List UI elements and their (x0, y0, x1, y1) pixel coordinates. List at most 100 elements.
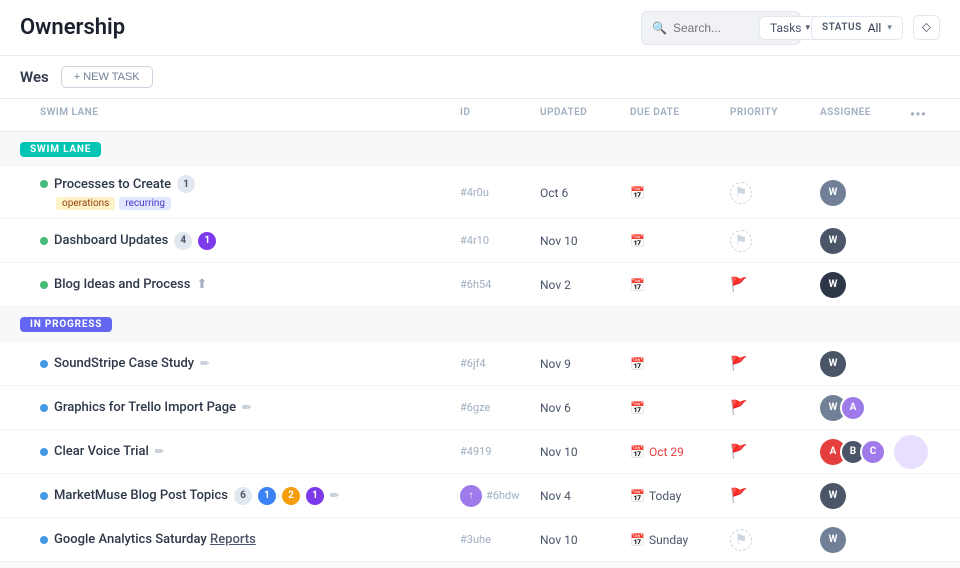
task-due-date: Today (649, 489, 681, 503)
task-title: SoundStripe Case Study (54, 356, 194, 371)
task-title: MarketMuse Blog Post Topics (54, 488, 228, 503)
chevron-down-icon: ▾ (805, 23, 810, 33)
task-updated: Nov 10 (540, 445, 630, 459)
avatar: W (820, 483, 846, 509)
status-dot (40, 448, 48, 456)
calendar-icon: 📅 (630, 357, 645, 371)
task-name-col: Dashboard Updates 4 1 (40, 232, 460, 250)
swim-lane-badge: SWIM LANE (20, 142, 101, 157)
task-title: Blog Ideas and Process (54, 277, 190, 292)
edit-icon: ✏ (155, 445, 164, 458)
task-title: Graphics for Trello Import Page (54, 400, 236, 415)
priority-flag-red: 🚩 (730, 277, 747, 293)
col-updated: UPDATED (540, 107, 630, 123)
status-dot (40, 180, 48, 188)
task-due-date: Oct 29 (649, 445, 684, 459)
task-title: Processes to Create (54, 177, 171, 192)
task-updated: Nov 4 (540, 489, 630, 503)
table-row[interactable]: Graphics for Trello Import Page ✏ #6gze … (0, 386, 960, 430)
badge-count: 1 (177, 175, 195, 193)
task-due: 📅 Today (630, 489, 730, 503)
header-right: 🔍 Tasks ▾ STATUS All ▾ ⬦ (641, 11, 940, 45)
badge-count-purple: 1 (306, 487, 324, 505)
calendar-icon: 📅 (630, 278, 645, 292)
avatar: W (820, 180, 846, 206)
status-dot (40, 360, 48, 368)
chevron-down-icon: ▾ (887, 23, 892, 33)
edit-icon: ✏ (242, 401, 251, 414)
task-priority: 🚩 (730, 444, 820, 460)
in-progress-section-header: IN PROGRESS (0, 307, 960, 342)
task-id-col: ↑ #6hdw (460, 485, 540, 507)
main-content: SWIM LANE Processes to Create 1 operatio… (0, 132, 960, 568)
task-title: Clear Voice Trial (54, 444, 149, 459)
assignee-col: W (820, 483, 910, 509)
status-filter[interactable]: STATUS All ▾ (811, 16, 903, 40)
filter-icon: ⬦ (922, 20, 931, 35)
task-due: 📅 (630, 186, 730, 200)
col-id: ID (460, 107, 540, 123)
search-bar[interactable]: 🔍 Tasks ▾ (641, 11, 801, 45)
priority-flag: ⚑ (735, 185, 748, 201)
purple-circle-decoration (894, 435, 928, 469)
task-due: 📅 (630, 234, 730, 248)
sub-header: Wes + NEW TASK (0, 56, 960, 99)
badge-count-orange: 2 (282, 487, 300, 505)
table-row[interactable]: SoundStripe Case Study ✏ #6jf4 Nov 9 📅 🚩… (0, 342, 960, 386)
upload-avatar: ↑ (460, 485, 482, 507)
col-assignee: ASSIGNEE (820, 107, 910, 123)
task-id: #4919 (460, 445, 540, 458)
task-priority: 🚩 (730, 356, 820, 372)
status-label: STATUS (822, 22, 862, 33)
calendar-icon: 📅 (630, 186, 645, 200)
tag-recurring: recurring (119, 197, 171, 210)
task-updated: Oct 6 (540, 186, 630, 200)
table-row[interactable]: Processes to Create 1 operations recurri… (0, 167, 960, 219)
avatar: W (820, 228, 846, 254)
task-priority: 🚩 (730, 488, 820, 504)
task-due: 📅 Oct 29 (630, 445, 730, 459)
task-updated: Nov 9 (540, 357, 630, 371)
table-row[interactable]: Dashboard Updates 4 1 #4r10 Nov 10 📅 ⚑ W (0, 219, 960, 263)
more-options-icon[interactable]: ••• (910, 107, 926, 123)
task-name-col: Graphics for Trello Import Page ✏ (40, 400, 460, 415)
task-updated: Nov 10 (540, 234, 630, 248)
search-icon: 🔍 (652, 21, 667, 35)
assignee-col: W (820, 351, 910, 377)
priority-flag-yellow: 🚩 (730, 400, 747, 416)
upload-icon: ↑ (469, 490, 474, 501)
task-priority: 🚩 (730, 400, 820, 416)
task-due: 📅 (630, 401, 730, 415)
avatar: C (860, 439, 886, 465)
status-dot (40, 281, 48, 289)
all-label: All (868, 21, 882, 35)
task-priority: 🚩 (730, 277, 820, 293)
task-name-col: Clear Voice Trial ✏ (40, 444, 460, 459)
new-task-button[interactable]: + NEW TASK (61, 66, 153, 88)
col-priority: PRIORITY (730, 107, 820, 123)
task-id: #6hdw (486, 489, 519, 502)
badge-count-gray: 4 (174, 232, 192, 250)
avatar: W (820, 351, 846, 377)
table-row[interactable]: Google Analytics Saturday Reports #3uhe … (0, 518, 960, 562)
task-id: #6gze (460, 401, 540, 414)
task-priority: ⚑ (730, 182, 820, 204)
status-dot (40, 492, 48, 500)
filter-button[interactable]: ⬦ (913, 15, 940, 40)
table-row[interactable]: MarketMuse Blog Post Topics 6 1 2 1 ✏ ↑ … (0, 474, 960, 518)
user-name: Wes (20, 68, 49, 86)
col-more: ••• (910, 107, 940, 123)
table-row[interactable]: Clear Voice Trial ✏ #4919 Nov 10 📅 Oct 2… (0, 430, 960, 474)
table-row[interactable]: Blog Ideas and Process ⬆ #6h54 Nov 2 📅 🚩… (0, 263, 960, 307)
avatar: A (840, 395, 866, 421)
calendar-icon: 📅 (630, 401, 645, 415)
col-name: SWIM LANE (40, 107, 460, 123)
task-name-col: MarketMuse Blog Post Topics 6 1 2 1 ✏ (40, 487, 460, 505)
task-name-col: Processes to Create 1 operations recurri… (40, 175, 460, 210)
search-input[interactable] (673, 21, 753, 35)
page-title: Ownership (20, 15, 125, 40)
assignee-col: W A (820, 395, 910, 421)
task-id: #6h54 (460, 278, 540, 291)
assignee-col: W (820, 228, 910, 254)
priority-flag-cyan: 🚩 (730, 444, 747, 460)
